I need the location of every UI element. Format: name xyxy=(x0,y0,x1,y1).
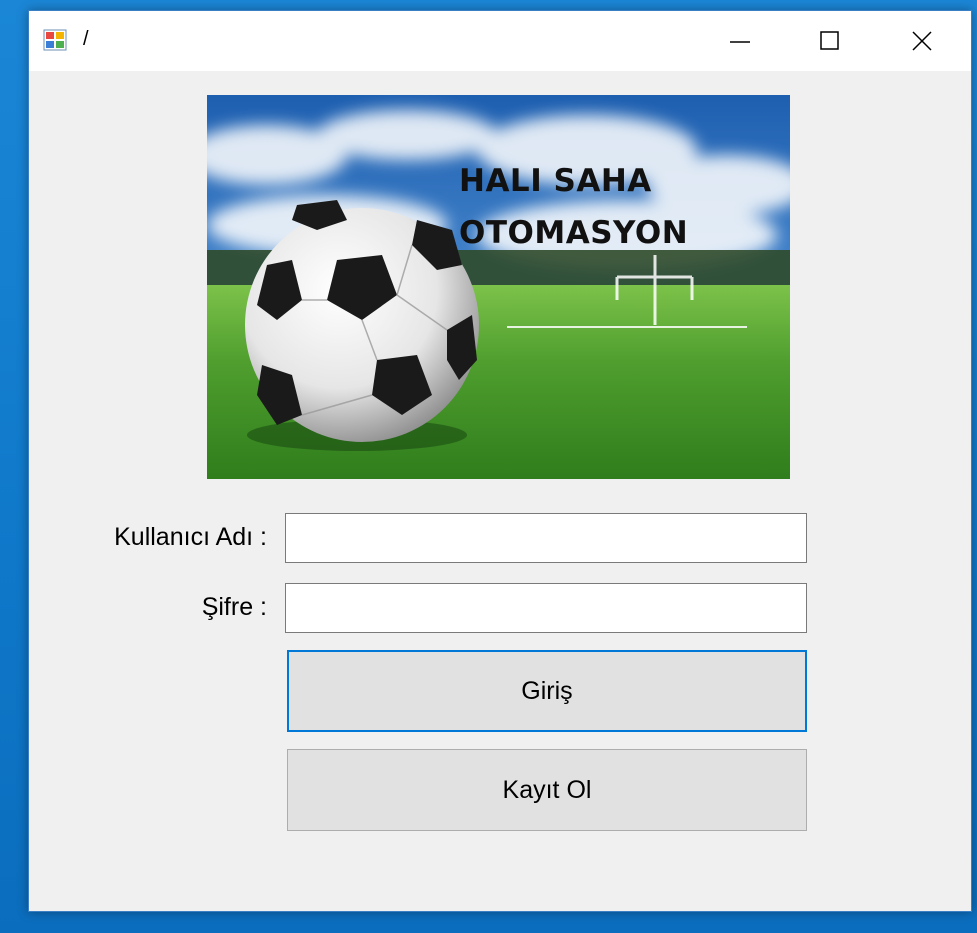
password-label: Şifre : xyxy=(201,593,267,621)
register-button[interactable]: Kayıt Ol xyxy=(287,749,807,831)
banner-title-line1: HALI SAHA xyxy=(459,163,652,199)
banner-image: HALI SAHA OTOMASYON xyxy=(207,95,790,479)
login-button[interactable]: Giriş xyxy=(287,650,807,732)
maximize-button[interactable] xyxy=(799,11,861,71)
title-bar[interactable]: / xyxy=(29,11,971,71)
minimize-icon xyxy=(730,41,750,43)
maximize-icon xyxy=(820,31,839,50)
banner-title: HALI SAHA OTOMASYON xyxy=(459,155,688,259)
password-field[interactable] xyxy=(285,583,807,633)
window-title: / xyxy=(83,28,89,50)
close-button[interactable] xyxy=(891,11,953,71)
login-window: / HALI SAHA OTOMASYON Kullanıcı Adı: Şi… xyxy=(28,10,972,912)
app-icon xyxy=(43,29,67,51)
close-icon xyxy=(912,31,932,51)
username-label: Kullanıcı Adı : xyxy=(114,523,267,551)
banner-title-line2: OTOMASYON xyxy=(459,215,689,251)
soccer-field-illustration xyxy=(207,95,790,479)
username-field[interactable] xyxy=(285,513,807,563)
minimize-button[interactable] xyxy=(709,11,771,71)
